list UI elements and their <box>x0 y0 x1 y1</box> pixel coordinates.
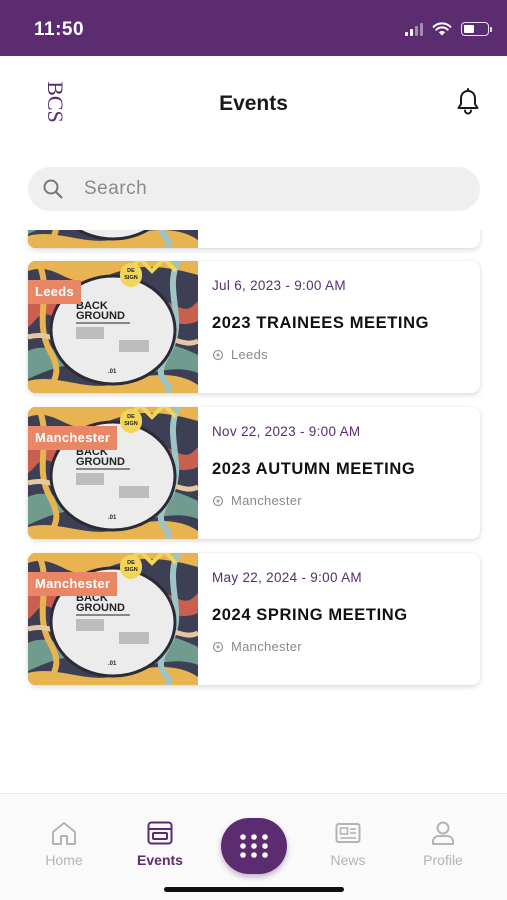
event-location-label: Manchester <box>231 493 302 508</box>
event-date: Nov 22, 2023 - 9:00 AM <box>212 424 361 439</box>
tab-home[interactable]: Home <box>24 820 104 868</box>
event-list[interactable]: Leeds Jul 6, 2023 - 9:00 AM 2023 TRAINEE… <box>0 230 507 750</box>
location-pin-icon <box>212 495 224 506</box>
location-pin-icon <box>212 349 224 360</box>
menu-grid-button[interactable] <box>221 818 287 874</box>
status-icons <box>405 22 492 36</box>
event-poster-image <box>28 230 198 248</box>
header: BCS Events <box>0 56 507 156</box>
event-poster-image: Manchester <box>28 407 198 539</box>
event-location: Manchester <box>212 639 302 654</box>
search-bar[interactable] <box>28 167 480 211</box>
event-location-label: Leeds <box>231 347 268 362</box>
event-card[interactable]: Manchester May 22, 2024 - 9:00 AM 2024 S… <box>28 553 480 685</box>
bottom-tab-bar: Home Events News Profile <box>0 793 507 900</box>
location-tag: Manchester <box>28 426 118 450</box>
home-indicator <box>164 887 344 892</box>
event-poster-image: Manchester <box>28 553 198 685</box>
tab-profile-label: Profile <box>423 852 463 868</box>
event-card[interactable]: Leeds Jul 6, 2023 - 9:00 AM 2023 TRAINEE… <box>28 261 480 393</box>
event-location: Manchester <box>212 493 302 508</box>
search-icon <box>43 179 63 199</box>
grid-icon <box>240 834 268 858</box>
event-card[interactable]: Manchester Nov 22, 2023 - 9:00 AM 2023 A… <box>28 407 480 539</box>
notification-bell-icon[interactable] <box>455 88 481 116</box>
tab-profile[interactable]: Profile <box>403 820 483 868</box>
page-title: Events <box>219 92 288 115</box>
tab-news[interactable]: News <box>308 820 388 868</box>
home-icon <box>52 822 76 845</box>
status-time: 11:50 <box>34 19 85 40</box>
calendar-icon <box>147 821 173 845</box>
location-tag: Leeds <box>28 280 82 304</box>
event-title: 2023 AUTUMN MEETING <box>212 460 416 478</box>
event-location-label: Manchester <box>231 639 302 654</box>
event-card-partial[interactable] <box>28 230 480 248</box>
newspaper-icon <box>335 823 361 843</box>
cellular-signal-icon <box>405 22 423 36</box>
location-pin-icon <box>212 641 224 652</box>
event-title: 2024 SPRING MEETING <box>212 606 408 624</box>
event-date: May 22, 2024 - 9:00 AM <box>212 570 362 585</box>
tab-events-label: Events <box>137 852 183 868</box>
event-date: Jul 6, 2023 - 9:00 AM <box>212 278 346 293</box>
status-bar: 11:50 <box>0 0 507 56</box>
battery-icon <box>461 22 492 36</box>
wifi-icon <box>432 22 452 36</box>
location-tag: Manchester <box>28 572 118 596</box>
event-title: 2023 TRAINEES MEETING <box>212 314 430 332</box>
event-location: Leeds <box>212 347 268 362</box>
tab-home-label: Home <box>45 852 83 868</box>
tab-events[interactable]: Events <box>120 820 200 868</box>
user-icon <box>432 821 454 845</box>
tab-news-label: News <box>330 852 366 868</box>
search-input[interactable] <box>84 178 444 200</box>
event-poster-image: Leeds <box>28 261 198 393</box>
